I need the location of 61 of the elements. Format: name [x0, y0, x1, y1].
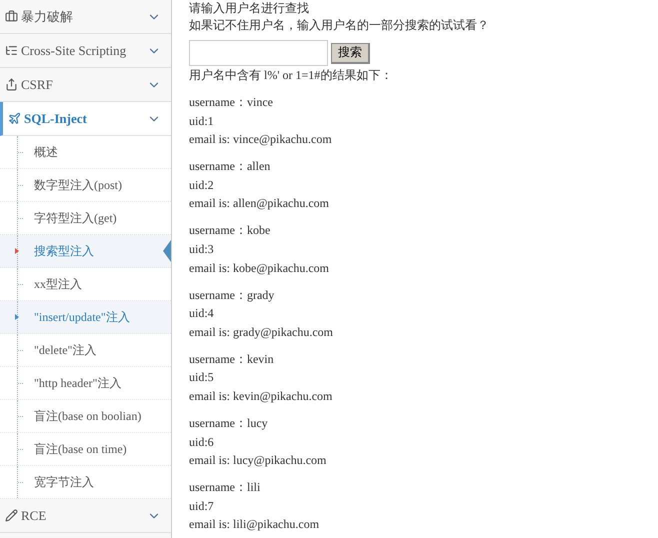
submenu-label: 盲注(base on time)	[34, 441, 127, 458]
menu-label: Cross-Site Scripting	[21, 42, 128, 60]
uid-text: uid:7	[189, 498, 215, 515]
submenu-item[interactable]: "delete"注入	[0, 334, 171, 367]
submenu-item[interactable]: 概述	[0, 136, 171, 169]
submenu-label: xx型注入	[34, 276, 82, 293]
email-text: email is: kevin@pikachu.com	[189, 388, 334, 405]
submenu-label: "delete"注入	[34, 342, 96, 359]
uid-text: uid:2	[189, 176, 215, 194]
submenu-item[interactable]: 搜索型注入	[0, 235, 171, 268]
menu-item[interactable]: SQL-Inject	[0, 102, 171, 136]
email-text: email is: kobe@pikachu.com	[189, 260, 330, 277]
share-icon	[5, 78, 18, 91]
pencil-icon	[5, 509, 18, 522]
username-text: username：grady	[189, 286, 276, 304]
submenu-item[interactable]: 盲注(base on time)	[0, 433, 171, 466]
submenu-item[interactable]: xx型注入	[0, 268, 171, 301]
menu-label: CSRF	[21, 76, 54, 94]
email-text: email is: vince@pikachu.com	[189, 131, 333, 148]
email-text: email is: lili@pikachu.com	[189, 516, 320, 534]
plane-icon	[8, 112, 21, 125]
submenu-item[interactable]: "http header"注入	[0, 367, 171, 400]
email-text: email is: grady@pikachu.com	[189, 324, 334, 341]
username-text: username：kevin	[189, 350, 275, 368]
submenu-item[interactable]: "insert/update"注入	[0, 301, 171, 334]
search-button[interactable]: 搜索	[331, 42, 370, 64]
uid-text: uid:3	[189, 240, 215, 258]
result-heading: 用户名中含有 l%' or 1=1#的结果如下：	[189, 67, 394, 84]
submenu-label: 宽字节注入	[34, 474, 94, 491]
submenu-label: 搜索型注入	[34, 243, 94, 260]
arrow-icon	[15, 314, 19, 320]
username-text: username：kobe	[189, 222, 272, 240]
submenu-item[interactable]: 盲注(base on boolian)	[0, 400, 171, 433]
submenu-item[interactable]: 宽字节注入	[0, 466, 171, 499]
submenu-label: 字符型注入(get)	[34, 210, 117, 227]
submenu-label: 数字型注入(post)	[34, 177, 122, 194]
uid-text: uid:4	[189, 305, 215, 322]
submenu-label: "http header"注入	[34, 375, 122, 392]
submenu-label: 盲注(base on boolian)	[34, 408, 142, 425]
briefcase-icon	[5, 10, 18, 23]
menu-label: SQL-Inject	[24, 110, 88, 128]
menu-label: 暴力破解	[21, 8, 74, 26]
username-text: username：lucy	[189, 414, 269, 432]
uid-text: uid:5	[189, 369, 215, 386]
submenu-label: 概述	[34, 144, 58, 161]
uid-text: uid:1	[189, 112, 215, 130]
username-text: username：allen	[189, 158, 272, 176]
hint-text: 如果记不住用户名，输入用户名的一部分搜索的试试看？	[189, 17, 489, 34]
uid-text: uid:6	[189, 434, 215, 451]
username-text: username：lili	[189, 479, 262, 496]
list-icon	[5, 44, 18, 57]
arrow-icon	[15, 248, 19, 254]
username-text: username：vince	[189, 94, 274, 111]
submenu-label: "insert/update"注入	[34, 309, 130, 326]
prompt-text: 请输入用户名进行查找	[189, 0, 310, 17]
email-text: email is: lucy@pikachu.com	[189, 452, 328, 470]
submenu-item[interactable]: 数字型注入(post)	[0, 169, 171, 202]
email-text: email is: allen@pikachu.com	[189, 195, 330, 212]
menu-label: RCE	[21, 506, 48, 525]
search-field[interactable]	[189, 40, 328, 66]
submenu-item[interactable]: 字符型注入(get)	[0, 202, 171, 235]
